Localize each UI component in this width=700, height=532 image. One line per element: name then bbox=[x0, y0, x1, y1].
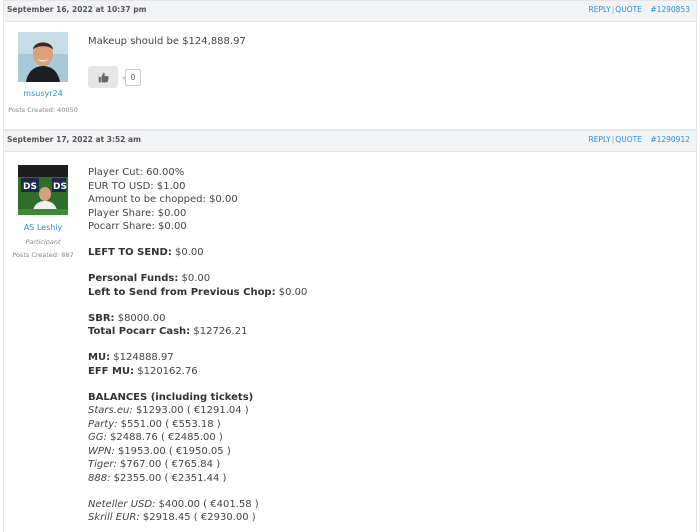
balance-value: $551.00 ( €553.18 ) bbox=[117, 418, 221, 430]
sbr-value: $8000.00 bbox=[114, 312, 166, 324]
sbr: SBR: $8000.00 bbox=[88, 312, 307, 326]
post-date: September 17, 2022 at 3:52 am bbox=[7, 135, 141, 144]
wallet-value: $2918.45 ( €2930.00 ) bbox=[139, 512, 256, 523]
svg-text:DS: DS bbox=[23, 182, 37, 192]
balance-site: Stars.eu: bbox=[88, 405, 133, 416]
balance-site: Tiger: bbox=[88, 459, 117, 470]
balance-value: $2488.76 ( €2485.00 ) bbox=[106, 432, 223, 443]
wallet-row: Skrill EUR: $2918.45 ( €2930.00 ) bbox=[88, 511, 307, 525]
reply-link[interactable]: REPLY bbox=[589, 5, 611, 14]
author-column: msusyr24 Posts Created: 40050 bbox=[4, 22, 82, 130]
balance-site: WPN: bbox=[88, 445, 115, 457]
avatar-image bbox=[18, 32, 68, 82]
author-role: Participant bbox=[25, 238, 61, 246]
separator: | bbox=[611, 135, 615, 144]
amount-chopped: Amount to be chopped: $0.00 bbox=[88, 194, 238, 205]
total-pocarr-value: $12726.21 bbox=[190, 326, 248, 337]
wallet-value: $400.00 ( €401.58 ) bbox=[155, 498, 259, 510]
reply-link[interactable]: REPLY bbox=[589, 135, 611, 144]
post-header: September 17, 2022 at 3:52 am REPLY|QUOT… bbox=[3, 130, 697, 152]
left-to-send: LEFT TO SEND: $0.00 bbox=[88, 246, 307, 260]
balance-row: Stars.eu: $1293.00 ( €1291.04 ) bbox=[88, 404, 307, 418]
avatar[interactable]: DS DS bbox=[18, 165, 68, 215]
player-share: Player Share: $0.00 bbox=[88, 207, 187, 219]
post-content: Makeup should be $124,888.97 bbox=[88, 35, 246, 49]
post-body: msusyr24 Posts Created: 40050 Makeup sho… bbox=[3, 22, 697, 130]
quote-link[interactable]: QUOTE bbox=[615, 5, 642, 14]
left-prev-chop: Left to Send from Previous Chop: $0.00 bbox=[88, 286, 307, 300]
post-date: September 16, 2022 at 10:37 pm bbox=[7, 5, 147, 14]
personal-funds: Personal Funds: $0.00 bbox=[88, 272, 307, 286]
eff-mu-label: EFF MU: bbox=[88, 365, 135, 377]
total-pocarr-label: Total Pocarr Cash: bbox=[88, 326, 191, 337]
total-pocarr-cash: Total Pocarr Cash: $12726.21 bbox=[88, 325, 307, 339]
like-count: 0 bbox=[122, 69, 141, 86]
balance-site: Party: bbox=[88, 418, 118, 430]
post-number-link[interactable]: #1290853 bbox=[650, 5, 690, 14]
post-content: Player Cut: 60.00% EUR TO USD: $1.00 Amo… bbox=[88, 166, 307, 525]
wallet-site: Neteller USD: bbox=[88, 498, 156, 510]
balance-value: $767.00 ( €765.84 ) bbox=[116, 459, 221, 470]
avatar[interactable] bbox=[18, 32, 68, 82]
left-to-send-value: $0.00 bbox=[171, 247, 204, 258]
balance-row: GG: $2488.76 ( €2485.00 ) bbox=[88, 431, 307, 445]
personal-funds-label: Personal Funds: bbox=[88, 273, 179, 284]
post-actions: REPLY|QUOTE #1290853 bbox=[589, 5, 690, 14]
like-button[interactable] bbox=[88, 66, 118, 88]
author-post-count: Posts Created: 887 bbox=[12, 251, 74, 259]
mu-value: $124888.97 bbox=[110, 352, 174, 363]
post-body: DS DS AS Leshiy Participant Posts Create… bbox=[3, 152, 697, 532]
separator: | bbox=[611, 5, 615, 14]
author-column: DS DS AS Leshiy Participant Posts Create… bbox=[4, 152, 82, 532]
eur-to-usd: EUR TO USD: $1.00 bbox=[88, 180, 186, 192]
balance-value: $2355.00 ( €2351.44 ) bbox=[110, 472, 227, 484]
avatar-image: DS DS bbox=[18, 165, 68, 215]
balance-row: Party: $551.00 ( €553.18 ) bbox=[88, 418, 307, 432]
post-text: Makeup should be $124,888.97 bbox=[88, 36, 246, 47]
eff-mu: EFF MU: $120162.76 bbox=[88, 365, 307, 379]
quote-link[interactable]: QUOTE bbox=[615, 135, 642, 144]
author-name[interactable]: AS Leshiy bbox=[4, 223, 82, 232]
balance-row: Tiger: $767.00 ( €765.84 ) bbox=[88, 458, 307, 472]
sbr-label: SBR: bbox=[88, 312, 115, 324]
mu-label: MU: bbox=[88, 352, 111, 363]
pocarr-share: Pocarr Share: $0.00 bbox=[88, 221, 187, 232]
left-prev-chop-value: $0.00 bbox=[275, 286, 308, 298]
personal-funds-value: $0.00 bbox=[178, 273, 211, 284]
eff-mu-value: $120162.76 bbox=[134, 365, 198, 377]
wallet-site: Skrill EUR: bbox=[88, 512, 140, 523]
mu: MU: $124888.97 bbox=[88, 351, 307, 365]
balance-row: WPN: $1953.00 ( €1950.05 ) bbox=[88, 445, 307, 459]
balances-heading: BALANCES (including tickets) bbox=[88, 391, 307, 405]
balance-site: GG: bbox=[88, 432, 107, 443]
balance-row: 888: $2355.00 ( €2351.44 ) bbox=[88, 472, 307, 486]
post-number-link[interactable]: #1290912 bbox=[650, 135, 690, 144]
author-post-count: Posts Created: 40050 bbox=[8, 106, 78, 114]
balance-site: 888: bbox=[88, 472, 111, 484]
player-cut: Player Cut: 60.00% bbox=[88, 167, 185, 178]
post-header: September 16, 2022 at 10:37 pm REPLY|QUO… bbox=[3, 0, 697, 22]
balance-value: $1953.00 ( €1950.05 ) bbox=[114, 445, 231, 457]
author-name[interactable]: msusyr24 bbox=[4, 89, 82, 98]
left-prev-chop-label: Left to Send from Previous Chop: bbox=[88, 286, 276, 298]
left-to-send-label: LEFT TO SEND: bbox=[88, 247, 172, 258]
wallet-row: Neteller USD: $400.00 ( €401.58 ) bbox=[88, 498, 307, 512]
balance-value: $1293.00 ( €1291.04 ) bbox=[132, 405, 249, 416]
svg-text:DS: DS bbox=[53, 182, 67, 192]
post-actions: REPLY|QUOTE #1290912 bbox=[589, 135, 690, 144]
thumbs-up-icon bbox=[98, 72, 109, 82]
balances-heading-text: BALANCES (including tickets) bbox=[88, 391, 254, 403]
